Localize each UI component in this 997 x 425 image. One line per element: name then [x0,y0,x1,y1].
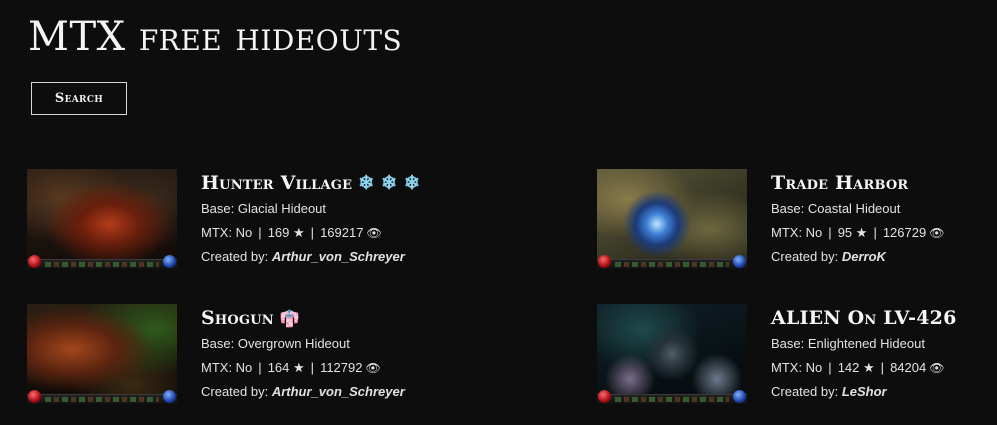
hideout-creator: Created by: DerroK [771,249,886,264]
page-title: MTX free hideouts [28,14,403,60]
hideout-card-hunter-village[interactable]: Hunter Village ❄ ❄ ❄ Base: Glacial Hideou… [27,169,447,271]
star-icon: ★ [293,225,305,240]
search-button[interactable]: Search [31,82,127,115]
hideout-stats: MTX: No | 169 ★ | 169217 👁 [201,225,382,240]
hideout-stats: MTX: No | 142 ★ | 84204 👁 [771,360,945,375]
view-count: 169217 [320,225,364,240]
author-link[interactable]: Arthur_von_Schreyer [272,384,405,399]
view-count: 112792 [320,360,363,375]
star-count: 164 [267,360,290,375]
eye-icon: 👁 [366,226,382,240]
hideout-card-alien-on-lv-426[interactable]: ALIEN On LV-426 Base: Enlightened Hideou… [597,304,997,406]
kimono-icon: 👘 [279,309,300,328]
star-icon: ★ [855,225,868,240]
hideout-title[interactable]: Hunter Village ❄ ❄ ❄ [201,169,420,197]
star-count: 142 [837,360,860,375]
hideout-title-text[interactable]: ALIEN On LV-426 [771,307,957,329]
hideout-base: Base: Enlightened Hideout [771,336,925,351]
mtx-value: No [805,225,823,240]
mtx-value: No [805,360,823,375]
view-count: 84204 [890,360,927,375]
mtx-value: No [235,225,253,240]
hideout-creator: Created by: Arthur_von_Schreyer [201,249,405,264]
hideout-title-text[interactable]: Shogun [201,307,274,329]
star-count: 169 [267,225,290,240]
eye-icon: 👁 [929,226,945,240]
hideout-thumbnail[interactable] [27,304,177,404]
mtx-value: No [235,360,253,375]
hideout-thumbnail[interactable] [597,169,747,269]
star-count: 95 [837,225,853,240]
hideout-creator: Created by: LeShor [771,384,887,399]
hideout-card-shogun[interactable]: Shogun 👘 Base: Overgrown Hideout MTX: No |… [27,304,447,406]
hideout-title[interactable]: Shogun 👘 [201,304,405,332]
hideout-title[interactable]: Trade Harbor [771,169,944,197]
snowflake-icon: ❄ ❄ ❄ [358,172,421,194]
eye-icon: 👁 [929,361,945,375]
hideout-title-text[interactable]: Hunter Village [201,172,352,194]
star-icon: ★ [863,360,875,375]
author-link[interactable]: DerroK [842,249,886,264]
hideout-base: Base: Overgrown Hideout [201,336,350,351]
hideout-thumbnail[interactable] [27,169,177,269]
view-count: 126729 [882,225,927,240]
hideout-card-trade-harbor[interactable]: Trade Harbor Base: Coastal Hideout MTX: … [597,169,997,271]
hideout-thumbnail[interactable] [597,304,747,404]
hideout-creator: Created by: Arthur_von_Schreyer [201,384,405,399]
hideout-title-text[interactable]: Trade Harbor [771,172,908,194]
eye-icon: 👁 [365,361,381,375]
hideout-title[interactable]: ALIEN On LV-426 [771,304,957,332]
hideout-stats: MTX: No | 95 ★ | 126729 👁 [771,225,945,240]
author-link[interactable]: Arthur_von_Schreyer [272,249,405,264]
hideout-base: Base: Glacial Hideout [201,201,327,216]
hideout-base: Base: Coastal Hideout [771,201,901,216]
star-icon: ★ [293,360,305,375]
author-link[interactable]: LeShor [842,384,887,399]
hideout-stats: MTX: No | 164 ★ | 112792 👁 [201,360,381,375]
